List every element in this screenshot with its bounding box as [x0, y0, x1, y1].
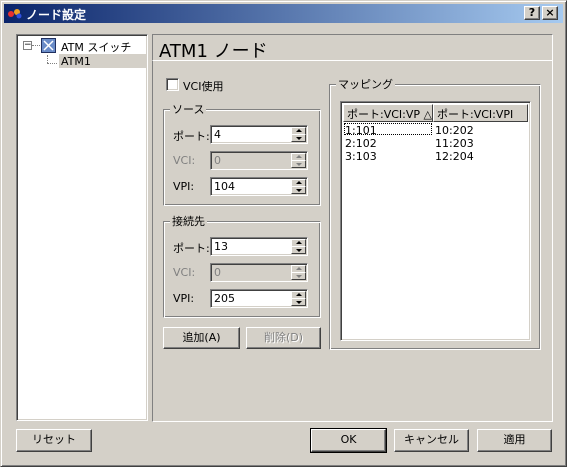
- tree-connector: [47, 55, 48, 63]
- panel-title: ATM1 ノード: [152, 34, 553, 62]
- source-vci-label: VCI:: [173, 154, 196, 167]
- node-settings-dialog: ノード設定 ? × − ATM スイッチ ATM1 ATM1 ノード VCI使用…: [0, 0, 567, 467]
- table-cell[interactable]: 2:102: [345, 137, 377, 150]
- spin-down-icon[interactable]: [291, 186, 306, 194]
- table-cell[interactable]: 3:103: [345, 150, 377, 163]
- destination-port-label: ポート:: [173, 242, 210, 255]
- delete-button: 削除(D): [246, 327, 321, 349]
- app-icon: [8, 9, 22, 19]
- destination-port-stepper[interactable]: 13: [210, 237, 308, 256]
- destination-vpi-label: VPI:: [173, 292, 195, 305]
- spin-down-icon: [291, 160, 306, 168]
- destination-port-value: 13: [214, 240, 228, 253]
- source-vpi-value: 104: [214, 180, 235, 193]
- source-vci-value: 0: [214, 154, 221, 167]
- destination-vci-value: 0: [214, 266, 221, 279]
- tree-item-atm-switch[interactable]: ATM スイッチ: [61, 39, 131, 55]
- source-vci-stepper: 0: [210, 151, 308, 170]
- table-cell[interactable]: 10:202: [435, 124, 474, 137]
- destination-port-spin[interactable]: [291, 239, 306, 254]
- add-button[interactable]: 追加(A): [163, 327, 240, 349]
- source-port-label: ポート:: [173, 130, 210, 143]
- destination-vpi-spin[interactable]: [291, 291, 306, 306]
- table-cell[interactable]: 11:203: [435, 137, 474, 150]
- source-vpi-spin[interactable]: [291, 179, 306, 194]
- destination-vpi-stepper[interactable]: 205: [210, 289, 308, 308]
- column-header-destination[interactable]: ポート:VCI:VPI: [433, 104, 528, 122]
- source-legend: ソース: [170, 101, 207, 117]
- destination-vci-spin: [291, 265, 306, 280]
- destination-vpi-value: 205: [214, 292, 235, 305]
- reset-button[interactable]: リセット: [16, 429, 92, 452]
- node-tree[interactable]: − ATM スイッチ ATM1: [16, 34, 148, 421]
- destination-vci-stepper: 0: [210, 263, 308, 282]
- tree-collapse-icon[interactable]: −: [23, 41, 32, 50]
- source-port-value: 4: [214, 128, 221, 141]
- destination-vci-label: VCI:: [173, 266, 196, 279]
- spin-down-icon[interactable]: [291, 246, 306, 254]
- table-cell[interactable]: 1:101: [345, 124, 377, 137]
- source-vpi-label: VPI:: [173, 180, 195, 193]
- spin-down-icon: [291, 272, 306, 280]
- spin-down-icon[interactable]: [291, 298, 306, 306]
- apply-button[interactable]: 適用: [477, 429, 552, 452]
- window-title: ノード設定: [26, 8, 87, 22]
- source-vci-spin: [291, 153, 306, 168]
- source-port-stepper[interactable]: 4: [210, 125, 308, 144]
- source-port-spin[interactable]: [291, 127, 306, 142]
- ok-button[interactable]: OK: [310, 428, 387, 453]
- help-button[interactable]: ?: [524, 6, 540, 20]
- mapping-list[interactable]: ポート:VCI:VP △ ポート:VCI:VPI 1:101 10:202 2:…: [340, 101, 531, 341]
- tree-connector: [32, 45, 40, 46]
- table-cell[interactable]: 12:204: [435, 150, 474, 163]
- vci-use-checkbox[interactable]: [166, 78, 179, 91]
- source-vpi-stepper[interactable]: 104: [210, 177, 308, 196]
- vci-use-label[interactable]: VCI使用: [183, 78, 223, 94]
- atm-switch-icon: [41, 38, 56, 53]
- title-bar[interactable]: ノード設定 ? ×: [4, 4, 563, 23]
- mapping-legend: マッピング: [336, 76, 395, 92]
- tree-connector: [47, 63, 57, 64]
- close-button[interactable]: ×: [542, 6, 558, 20]
- destination-legend: 接続先: [170, 213, 207, 229]
- spin-down-icon[interactable]: [291, 134, 306, 142]
- tree-item-atm1[interactable]: ATM1: [59, 54, 147, 68]
- cancel-button[interactable]: キャンセル: [394, 429, 469, 452]
- column-header-source[interactable]: ポート:VCI:VP △: [343, 104, 433, 122]
